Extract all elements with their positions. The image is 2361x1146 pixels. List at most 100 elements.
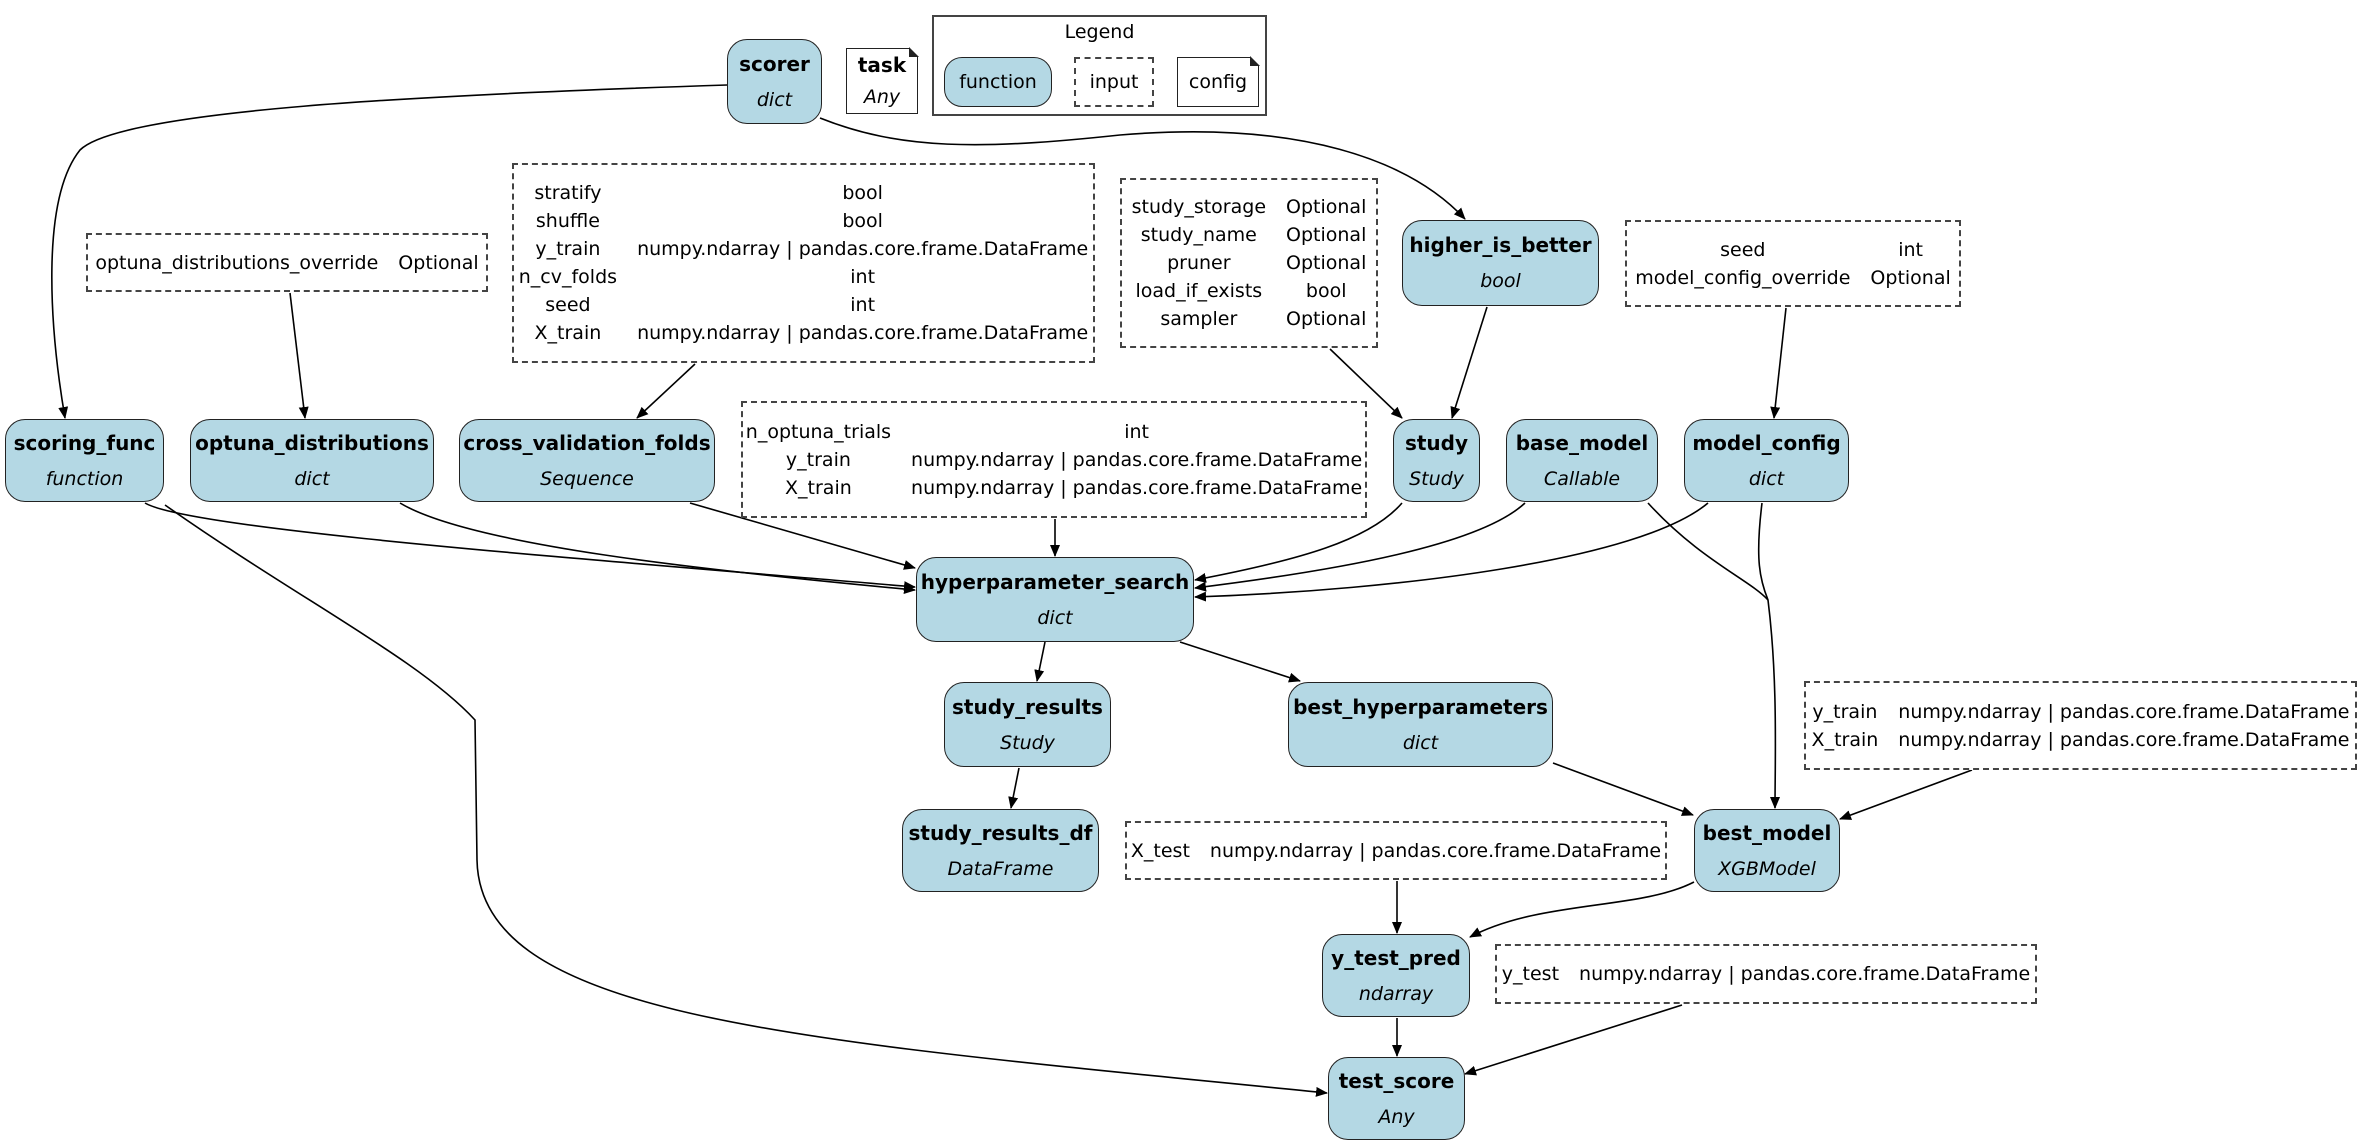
node-base-model[interactable]: base_model Callable	[1506, 419, 1658, 502]
param-name: optuna_distributions_override	[95, 251, 379, 274]
input-best-model[interactable]: y_train numpy.ndarray | pandas.core.frame…	[1804, 681, 2357, 770]
input-cross-validation[interactable]: stratify bool shuffle bool y_train numpy.ndar…	[512, 163, 1095, 363]
param-name: load_if_exists	[1135, 280, 1263, 302]
param-type: numpy.ndarray | pandas.core.frame.DataFr…	[1898, 728, 2350, 751]
param-type: numpy.ndarray | pandas.core.frame.DataFr…	[911, 476, 1363, 499]
param-type: bool	[842, 182, 883, 204]
param-name: stratify	[534, 182, 602, 204]
edge-model-config-best-model	[1757, 502, 1781, 809]
node-name: scoring_func	[13, 430, 156, 455]
node-name: test_score	[1338, 1068, 1455, 1093]
node-optuna-distributions[interactable]: optuna_distributions dict	[190, 419, 434, 502]
legend-item-config: config	[1177, 56, 1260, 107]
legend-item-input: input	[1074, 57, 1154, 107]
param-name: seed	[1720, 238, 1766, 261]
node-type: ndarray	[1358, 982, 1434, 1005]
node-best-model[interactable]: best_model XGBModel	[1694, 809, 1840, 892]
node-study-results-df[interactable]: study_results_df DataFrame	[902, 809, 1099, 892]
edge-model-config-inputs-model-config	[1770, 307, 1787, 419]
node-test-score[interactable]: test_score Any	[1328, 1057, 1465, 1140]
node-name: model_config	[1692, 430, 1841, 455]
input-param-table: stratify bool shuffle bool y_train numpy.ndar…	[509, 179, 1098, 347]
param-name: shuffle	[535, 210, 600, 232]
param-name: y_train	[785, 448, 851, 471]
node-name: study	[1404, 430, 1469, 455]
edge-optuna-override-optuna-distributions	[289, 292, 309, 419]
node-type: DataFrame	[947, 857, 1054, 880]
node-cross-validation-folds[interactable]: cross_validation_folds Sequence	[459, 419, 715, 502]
param-type: Optional	[1286, 224, 1367, 246]
param-type: Optional	[1870, 266, 1951, 289]
node-name: y_test_pred	[1331, 945, 1461, 970]
input-study[interactable]: study_storage Optional study_name Optional p…	[1120, 178, 1378, 348]
input-hyperparameter-search[interactable]: n_optuna_trials int y_train numpy.ndarray |…	[741, 401, 1367, 518]
input-model-config[interactable]: seed int model_config_override Optional	[1625, 220, 1961, 307]
legend-item-function: function	[944, 57, 1052, 107]
legend-label-function: function	[959, 71, 1037, 93]
edge-higher-is-better-study	[1450, 306, 1488, 419]
param-type: int	[1124, 420, 1150, 443]
node-name: scorer	[739, 51, 810, 76]
input-y-test[interactable]: y_test numpy.ndarray | pandas.core.frame.…	[1495, 944, 2037, 1004]
node-type: Callable	[1543, 467, 1621, 490]
edge-base-model-best-model	[1647, 502, 1769, 601]
param-name: pruner	[1167, 252, 1231, 274]
param-type: numpy.ndarray | pandas.core.frame.DataFr…	[911, 448, 1363, 471]
input-param-row: pruner Optional	[1122, 249, 1377, 277]
node-type: Study	[1409, 467, 1464, 490]
node-model-config[interactable]: model_config dict	[1684, 419, 1849, 502]
node-study[interactable]: study Study	[1393, 419, 1480, 502]
input-param-table: y_test numpy.ndarray | pandas.core.frame.…	[1492, 960, 2040, 988]
param-name: study_name	[1140, 224, 1257, 246]
param-type: int	[850, 266, 876, 288]
node-type: dict	[1402, 731, 1439, 754]
param-name: model_config_override	[1635, 266, 1851, 289]
input-optuna-distributions-override[interactable]: optuna_distributions_override Optional	[86, 233, 488, 292]
edge-best-model-y-test-pred	[1469, 881, 1695, 938]
edge-study-results-study-results-df	[1008, 767, 1020, 809]
node-name: hyperparameter_search	[920, 569, 1190, 594]
input-param-row: X_train numpy.ndarray | pandas.core.frame…	[1802, 726, 2360, 754]
param-name: X_test	[1130, 839, 1190, 862]
param-type: int	[1898, 238, 1923, 261]
param-type: Optional	[1286, 196, 1367, 218]
input-param-table: X_test numpy.ndarray | pandas.core.frame.…	[1121, 837, 1671, 865]
param-type: numpy.ndarray | pandas.core.frame.DataFr…	[637, 322, 1089, 344]
node-y-test-pred[interactable]: y_test_pred ndarray	[1322, 934, 1470, 1017]
input-param-row: y_train numpy.ndarray | pandas.core.frame…	[736, 446, 1372, 474]
node-higher-is-better[interactable]: higher_is_better bool	[1402, 220, 1599, 306]
input-param-row: stratify bool	[509, 179, 1098, 207]
node-best-hyperparameters[interactable]: best_hyperparameters dict	[1288, 682, 1553, 767]
legend: Legend function input config	[932, 15, 1267, 116]
node-name: best_model	[1702, 820, 1832, 845]
edge-best-model-inputs-best-model	[1839, 769, 1973, 820]
param-name: y_test	[1501, 963, 1560, 985]
param-type: Optional	[398, 251, 479, 274]
node-study-results[interactable]: study_results Study	[944, 682, 1111, 767]
param-type: numpy.ndarray | pandas.core.frame.DataFr…	[1579, 963, 2031, 985]
input-param-row: study_storage Optional	[1122, 193, 1377, 221]
node-name: optuna_distributions	[195, 430, 429, 455]
node-name: cross_validation_folds	[463, 430, 711, 455]
node-type: Any	[1378, 1105, 1415, 1128]
node-type: function	[45, 467, 124, 490]
param-type: bool	[842, 210, 883, 232]
input-param-row: X_train numpy.ndarray | pandas.core.frame…	[509, 319, 1098, 347]
edge-cv-inputs-cross-validation-folds	[636, 363, 696, 419]
input-param-row: X_test numpy.ndarray | pandas.core.frame.…	[1121, 837, 1671, 865]
edge-best-hyperparameters-best-model	[1552, 762, 1694, 816]
input-x-test[interactable]: X_test numpy.ndarray | pandas.core.frame.…	[1125, 821, 1667, 880]
param-name: sampler	[1160, 308, 1238, 330]
input-param-row: load_if_exists bool	[1122, 277, 1377, 305]
edge-hyperparameter-search-study-results	[1034, 641, 1046, 682]
node-task[interactable]: task Any	[846, 47, 919, 114]
node-scoring-func[interactable]: scoring_func function	[5, 419, 164, 502]
input-param-table: optuna_distributions_override Optional	[85, 249, 488, 277]
node-scorer[interactable]: scorer dict	[727, 39, 822, 124]
node-type: dict	[1037, 606, 1073, 629]
legend-label-input: input	[1089, 71, 1139, 93]
legend-label-config: config	[1188, 71, 1248, 93]
node-name: study_results_df	[908, 820, 1093, 845]
legend-title: Legend	[1064, 21, 1135, 43]
node-hyperparameter-search[interactable]: hyperparameter_search dict	[916, 557, 1194, 642]
